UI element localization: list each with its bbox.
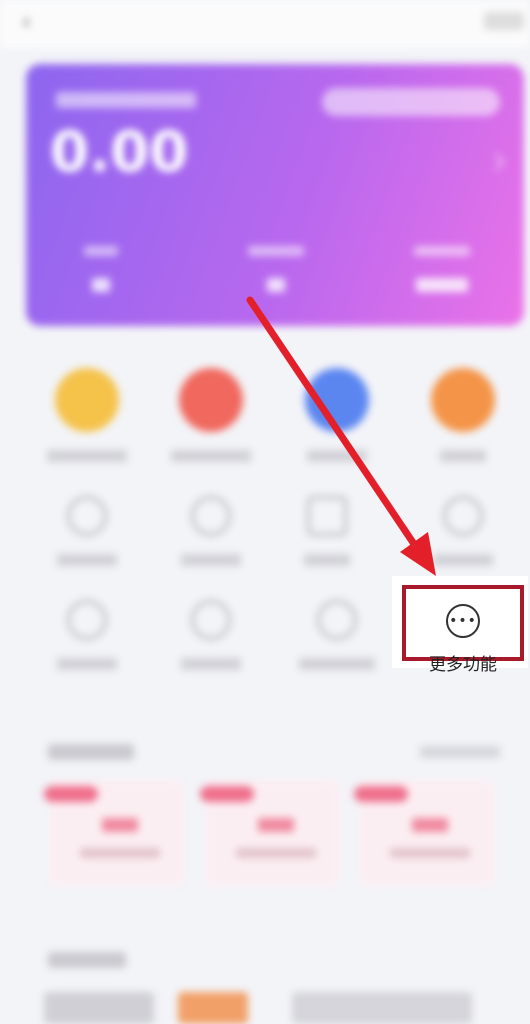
more-functions-label[interactable]: 更多功能 [402, 650, 524, 675]
red-arrow-icon [246, 296, 436, 576]
more-dots-icon[interactable]: ••• [446, 604, 480, 638]
